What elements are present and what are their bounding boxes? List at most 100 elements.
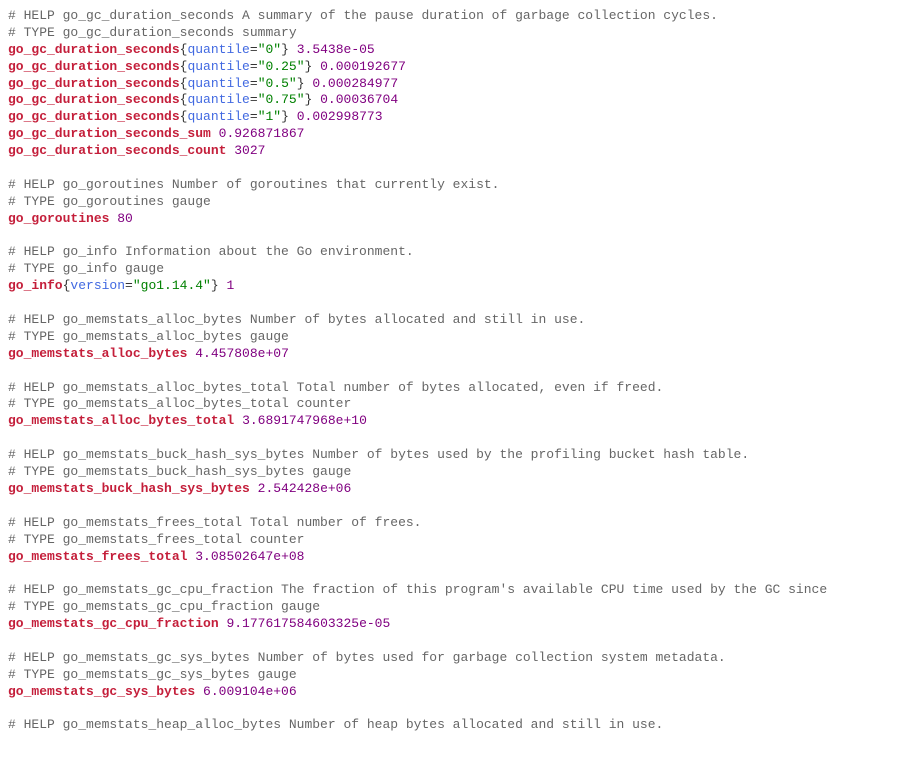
- metrics-line: go_memstats_gc_sys_bytes 6.009104e+06: [8, 684, 912, 701]
- metric-value: 3.6891747968e+10: [242, 413, 367, 428]
- metric-name: go_gc_duration_seconds: [8, 76, 180, 91]
- label-eq: =: [125, 278, 133, 293]
- comment-text: # HELP go_goroutines Number of goroutine…: [8, 177, 499, 192]
- metric-name: go_gc_duration_seconds_count: [8, 143, 226, 158]
- blank-line: [8, 565, 912, 582]
- comment-text: # HELP go_memstats_alloc_bytes Number of…: [8, 312, 585, 327]
- label-key: quantile: [187, 76, 249, 91]
- metric-value: 3.08502647e+08: [195, 549, 304, 564]
- metrics-line: go_gc_duration_seconds_sum 0.926871867: [8, 126, 912, 143]
- metrics-line: go_info{version="go1.14.4"} 1: [8, 278, 912, 295]
- metrics-line: # HELP go_memstats_buck_hash_sys_bytes N…: [8, 447, 912, 464]
- comment-text: # HELP go_info Information about the Go …: [8, 244, 414, 259]
- close-brace: }: [305, 92, 313, 107]
- label-val: "go1.14.4": [133, 278, 211, 293]
- metrics-line: # HELP go_memstats_heap_alloc_bytes Numb…: [8, 717, 912, 734]
- metrics-line: # TYPE go_memstats_gc_sys_bytes gauge: [8, 667, 912, 684]
- comment-text: # HELP go_memstats_gc_cpu_fraction The f…: [8, 582, 827, 597]
- close-brace: }: [297, 76, 305, 91]
- metrics-line: go_memstats_buck_hash_sys_bytes 2.542428…: [8, 481, 912, 498]
- blank-line: [8, 430, 912, 447]
- label-eq: =: [250, 92, 258, 107]
- label-key: quantile: [187, 42, 249, 57]
- label-val: "0.5": [258, 76, 297, 91]
- label-eq: =: [250, 42, 258, 57]
- metric-name: go_memstats_gc_sys_bytes: [8, 684, 195, 699]
- metric-name: go_memstats_alloc_bytes: [8, 346, 187, 361]
- metric-name: go_gc_duration_seconds: [8, 109, 180, 124]
- metrics-line: # HELP go_memstats_gc_cpu_fraction The f…: [8, 582, 912, 599]
- comment-text: # TYPE go_memstats_frees_total counter: [8, 532, 304, 547]
- metric-value: 0.000284977: [312, 76, 398, 91]
- metrics-line: go_gc_duration_seconds{quantile="1"} 0.0…: [8, 109, 912, 126]
- metric-value: 3.5438e-05: [297, 42, 375, 57]
- metrics-line: go_gc_duration_seconds{quantile="0"} 3.5…: [8, 42, 912, 59]
- metric-name: go_memstats_gc_cpu_fraction: [8, 616, 219, 631]
- metrics-line: go_memstats_frees_total 3.08502647e+08: [8, 549, 912, 566]
- label-val: "1": [258, 109, 281, 124]
- close-brace: }: [211, 278, 219, 293]
- metric-name: go_goroutines: [8, 211, 109, 226]
- metrics-output: # HELP go_gc_duration_seconds A summary …: [8, 8, 912, 734]
- comment-text: # TYPE go_memstats_gc_sys_bytes gauge: [8, 667, 297, 682]
- blank-line: [8, 295, 912, 312]
- label-eq: =: [250, 59, 258, 74]
- label-key: quantile: [187, 92, 249, 107]
- metrics-line: go_memstats_alloc_bytes_total 3.68917479…: [8, 413, 912, 430]
- metric-name: go_memstats_buck_hash_sys_bytes: [8, 481, 250, 496]
- metrics-line: # HELP go_goroutines Number of goroutine…: [8, 177, 912, 194]
- metric-value: 6.009104e+06: [203, 684, 297, 699]
- label-val: "0.75": [258, 92, 305, 107]
- metric-name: go_gc_duration_seconds: [8, 92, 180, 107]
- comment-text: # HELP go_gc_duration_seconds A summary …: [8, 8, 718, 23]
- metric-name: go_memstats_alloc_bytes_total: [8, 413, 234, 428]
- metrics-line: # TYPE go_goroutines gauge: [8, 194, 912, 211]
- comment-text: # HELP go_memstats_gc_sys_bytes Number o…: [8, 650, 726, 665]
- comment-text: # TYPE go_memstats_buck_hash_sys_bytes g…: [8, 464, 351, 479]
- metric-value: 2.542428e+06: [258, 481, 352, 496]
- comment-text: # HELP go_memstats_frees_total Total num…: [8, 515, 421, 530]
- label-key: quantile: [187, 109, 249, 124]
- comment-text: # TYPE go_memstats_gc_cpu_fraction gauge: [8, 599, 320, 614]
- close-brace: }: [281, 42, 289, 57]
- blank-line: [8, 228, 912, 245]
- metrics-line: go_gc_duration_seconds{quantile="0.75"} …: [8, 92, 912, 109]
- label-val: "0": [258, 42, 281, 57]
- label-eq: =: [250, 109, 258, 124]
- metrics-line: # TYPE go_info gauge: [8, 261, 912, 278]
- metrics-line: # HELP go_info Information about the Go …: [8, 244, 912, 261]
- comment-text: # TYPE go_memstats_alloc_bytes gauge: [8, 329, 289, 344]
- metrics-line: # TYPE go_memstats_buck_hash_sys_bytes g…: [8, 464, 912, 481]
- metric-value: 80: [117, 211, 133, 226]
- metrics-line: # HELP go_memstats_alloc_bytes_total Tot…: [8, 380, 912, 397]
- comment-text: # HELP go_memstats_alloc_bytes_total Tot…: [8, 380, 663, 395]
- label-key: version: [70, 278, 125, 293]
- metrics-line: # TYPE go_memstats_alloc_bytes gauge: [8, 329, 912, 346]
- blank-line: [8, 363, 912, 380]
- metric-name: go_gc_duration_seconds_sum: [8, 126, 211, 141]
- metrics-line: # HELP go_gc_duration_seconds A summary …: [8, 8, 912, 25]
- comment-text: # HELP go_memstats_buck_hash_sys_bytes N…: [8, 447, 749, 462]
- metric-value: 0.002998773: [297, 109, 383, 124]
- metric-value: 3027: [234, 143, 265, 158]
- metrics-line: # HELP go_memstats_alloc_bytes Number of…: [8, 312, 912, 329]
- blank-line: [8, 701, 912, 718]
- comment-text: # TYPE go_memstats_alloc_bytes_total cou…: [8, 396, 351, 411]
- comment-text: # HELP go_memstats_heap_alloc_bytes Numb…: [8, 717, 663, 732]
- metric-value: 0.000192677: [320, 59, 406, 74]
- blank-line: [8, 498, 912, 515]
- metrics-line: go_goroutines 80: [8, 211, 912, 228]
- metric-value: 9.177617584603325e-05: [226, 616, 390, 631]
- metrics-line: go_memstats_gc_cpu_fraction 9.1776175846…: [8, 616, 912, 633]
- metric-value: 0.00036704: [320, 92, 398, 107]
- metric-value: 1: [226, 278, 234, 293]
- label-val: "0.25": [258, 59, 305, 74]
- metrics-line: go_gc_duration_seconds_count 3027: [8, 143, 912, 160]
- metric-name: go_info: [8, 278, 63, 293]
- metric-value: 4.457808e+07: [195, 346, 289, 361]
- metric-name: go_memstats_frees_total: [8, 549, 187, 564]
- metric-name: go_gc_duration_seconds: [8, 59, 180, 74]
- metrics-line: # TYPE go_memstats_alloc_bytes_total cou…: [8, 396, 912, 413]
- metric-name: go_gc_duration_seconds: [8, 42, 180, 57]
- close-brace: }: [281, 109, 289, 124]
